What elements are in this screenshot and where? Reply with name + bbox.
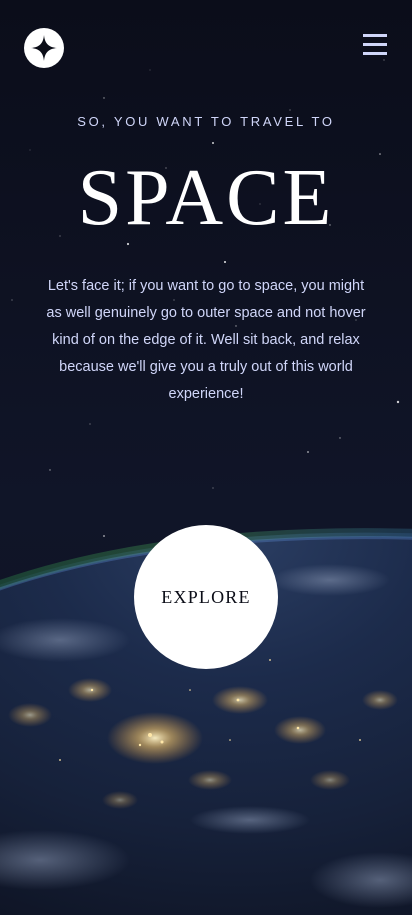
menu-bar-middle	[363, 43, 387, 46]
page-title: SPACE	[77, 154, 335, 242]
menu-bar-top	[363, 34, 387, 37]
hero-eyebrow: SO, YOU WANT TO TRAVEL TO	[77, 114, 335, 129]
star-logo-shape	[31, 35, 57, 61]
star-logo-icon[interactable]	[24, 28, 64, 68]
space-background-image	[0, 0, 412, 915]
hero-description: Let's face it; if you want to go to spac…	[46, 278, 366, 402]
explore-button[interactable]: EXPLORE	[134, 525, 278, 669]
site-header	[0, 0, 412, 96]
menu-bar-bottom	[363, 52, 387, 55]
hamburger-menu-icon[interactable]	[363, 34, 387, 56]
